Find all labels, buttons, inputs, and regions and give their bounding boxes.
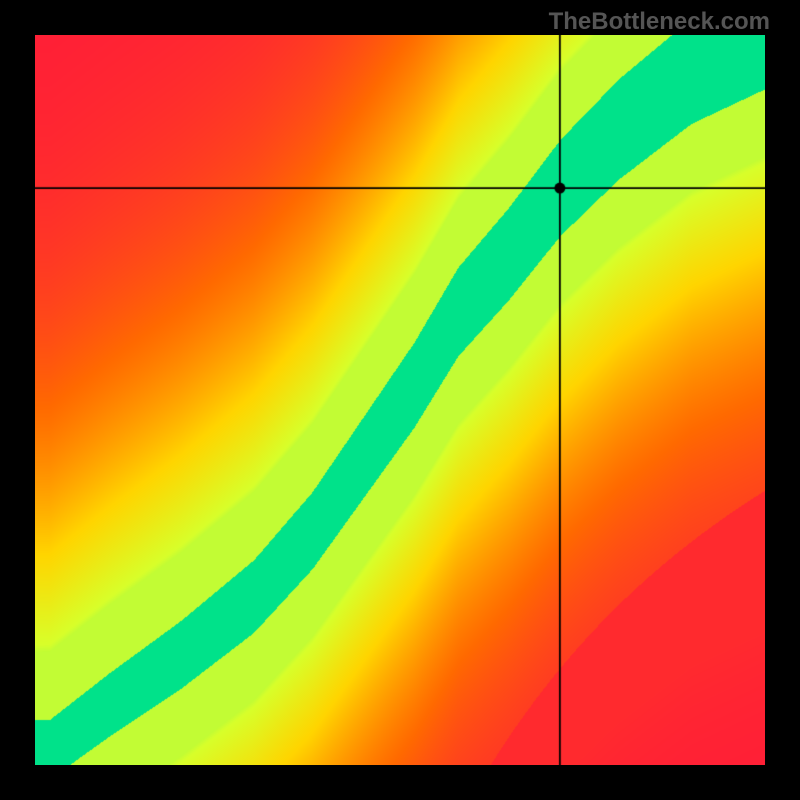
heatmap-canvas [35, 35, 765, 765]
chart-container: TheBottleneck.com [0, 0, 800, 800]
heatmap-plot [35, 35, 765, 765]
watermark-text: TheBottleneck.com [549, 8, 770, 36]
